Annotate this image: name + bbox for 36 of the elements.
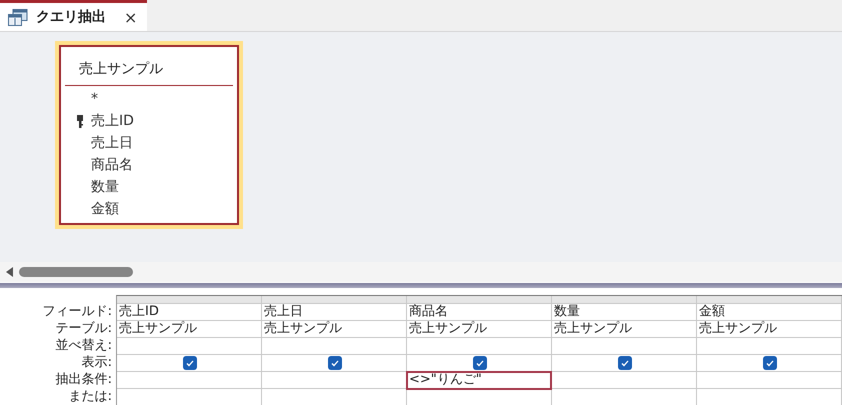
- grid-cell[interactable]: 売上サンプル: [407, 321, 551, 338]
- row-label: 抽出条件:: [54, 371, 113, 388]
- query-icon: [8, 8, 28, 26]
- field-name[interactable]: 数量: [91, 178, 119, 196]
- grid-cell[interactable]: 数量: [552, 304, 696, 321]
- tab-label: クエリ抽出: [36, 8, 106, 26]
- grid-cell[interactable]: 売上サンプル: [262, 321, 406, 338]
- show-checkbox[interactable]: [328, 356, 342, 370]
- show-checkbox[interactable]: [183, 356, 197, 370]
- grid-cell[interactable]: 商品名: [407, 304, 551, 321]
- field-name[interactable]: 商品名: [91, 156, 133, 174]
- grid-cell[interactable]: 売上サンプル: [552, 321, 696, 338]
- grid-cell[interactable]: <>"りんご": [407, 372, 551, 389]
- query-tab[interactable]: クエリ抽出 ×: [0, 0, 148, 31]
- field-name[interactable]: 金額: [91, 200, 119, 218]
- field-name[interactable]: *: [91, 91, 98, 107]
- show-checkbox[interactable]: [618, 356, 632, 370]
- field-name[interactable]: 売上ID: [91, 112, 134, 130]
- row-label: フィールド:: [42, 303, 113, 320]
- row-label: テーブル:: [54, 320, 113, 337]
- scroll-left-icon[interactable]: [6, 267, 13, 277]
- grid-cell[interactable]: 売上日: [262, 304, 406, 321]
- grid-cell[interactable]: 売上ID: [117, 304, 261, 321]
- table-box[interactable]: 売上サンプル * 売上ID 売上日 商品名 数量 金額: [55, 41, 243, 229]
- show-checkbox[interactable]: [763, 356, 777, 370]
- row-label: または:: [68, 388, 113, 405]
- show-checkbox[interactable]: [473, 356, 487, 370]
- grid-cell[interactable]: 売上サンプル: [117, 321, 261, 338]
- field-name[interactable]: 売上日: [91, 134, 133, 152]
- grid-cell[interactable]: 金額: [697, 304, 841, 321]
- scrollbar-thumb[interactable]: [19, 267, 133, 277]
- close-tab-button[interactable]: ×: [124, 8, 138, 26]
- row-label: 並べ替え:: [54, 337, 113, 354]
- table-title: 売上サンプル: [78, 60, 164, 79]
- grid-cell[interactable]: 売上サンプル: [697, 321, 841, 338]
- row-label: 表示:: [80, 354, 113, 371]
